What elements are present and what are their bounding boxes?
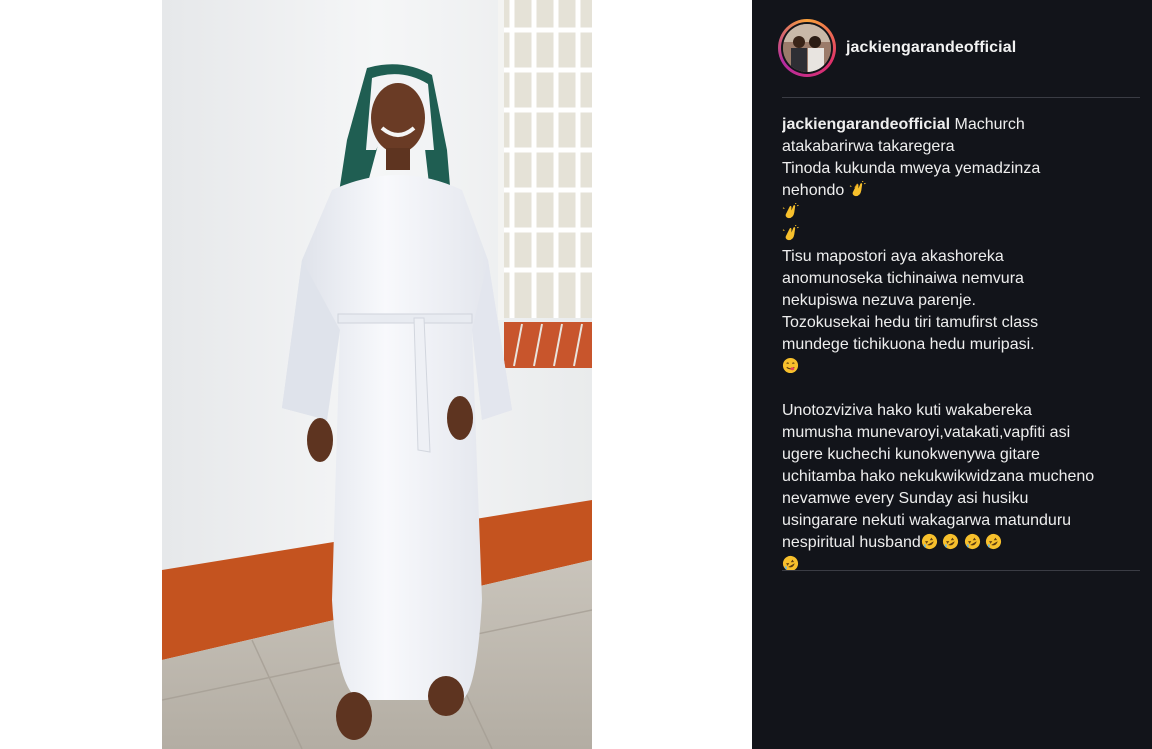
post-caption: jackiengarandeofficial Machurch atakabar… [782, 114, 1132, 570]
caption-divider [782, 570, 1140, 571]
caption-line: mundege tichikuona hedu muripasi. [782, 336, 1035, 353]
caption-line: mumusha munevaroyi,vatakati,vapfiti asi [782, 424, 1071, 441]
caption-line: uchitamba hako nekukwikwidzana mucheno [782, 468, 1095, 485]
rolling-on-floor-laughing-emoji-icon [964, 533, 980, 550]
caption-line: Tisu mapostori aya akashoreka [782, 248, 1004, 265]
post-header: jackiengarandeofficial [778, 18, 1140, 78]
clapping-hands-emoji-icon [782, 203, 799, 219]
post-photo[interactable] [162, 0, 592, 749]
rolling-on-floor-laughing-emoji-icon [986, 533, 1002, 550]
caption-line: nespiritual husband [782, 534, 921, 551]
rolling-on-floor-laughing-emoji-icon [943, 533, 959, 550]
story-ring[interactable] [778, 19, 836, 77]
caption-line: nehondo [782, 182, 845, 199]
caption-line: atakabarirwa takaregera [782, 138, 955, 155]
caption-line: ugere kuchechi kunokwenywa gitare [782, 446, 1040, 463]
rolling-on-floor-laughing-emoji-icon [782, 555, 799, 570]
caption-line: nevamwe every Sunday asi husiku [782, 490, 1029, 507]
avatar[interactable] [783, 24, 831, 72]
caption-line: anomunoseka tichinaiwa nemvura [782, 270, 1024, 287]
face-savoring-food-emoji-icon [782, 357, 799, 374]
rolling-on-floor-laughing-emoji-icon [921, 533, 937, 550]
post-media-area [0, 0, 752, 749]
caption-line: nekupiswa nezuva parenje. [782, 292, 976, 309]
instagram-post-view: jackiengarandeofficial jackiengarandeoff… [0, 0, 1152, 749]
clapping-hands-emoji-icon [782, 225, 799, 241]
caption-line: Machurch [954, 116, 1025, 133]
caption-line: Unotozviziva hako kuti wakabereka [782, 402, 1032, 419]
caption-username-link[interactable]: jackiengarandeofficial [782, 116, 950, 133]
caption-line: Tinoda kukunda mweya yemadzinza [782, 160, 1041, 177]
photo-illustration [162, 0, 592, 749]
post-details-panel: jackiengarandeofficial jackiengarandeoff… [752, 0, 1152, 749]
caption-line: Tozokusekai hedu tiri tamufirst class [782, 314, 1039, 331]
username-link[interactable]: jackiengarandeofficial [846, 39, 1016, 57]
avatar-picture [783, 24, 831, 72]
header-divider [782, 97, 1140, 98]
clapping-hands-emoji-icon [849, 181, 866, 197]
caption-scroll-area[interactable]: jackiengarandeofficial Machurch atakabar… [782, 114, 1132, 570]
caption-line: usingarare nekuti wakagarwa matunduru [782, 512, 1072, 529]
